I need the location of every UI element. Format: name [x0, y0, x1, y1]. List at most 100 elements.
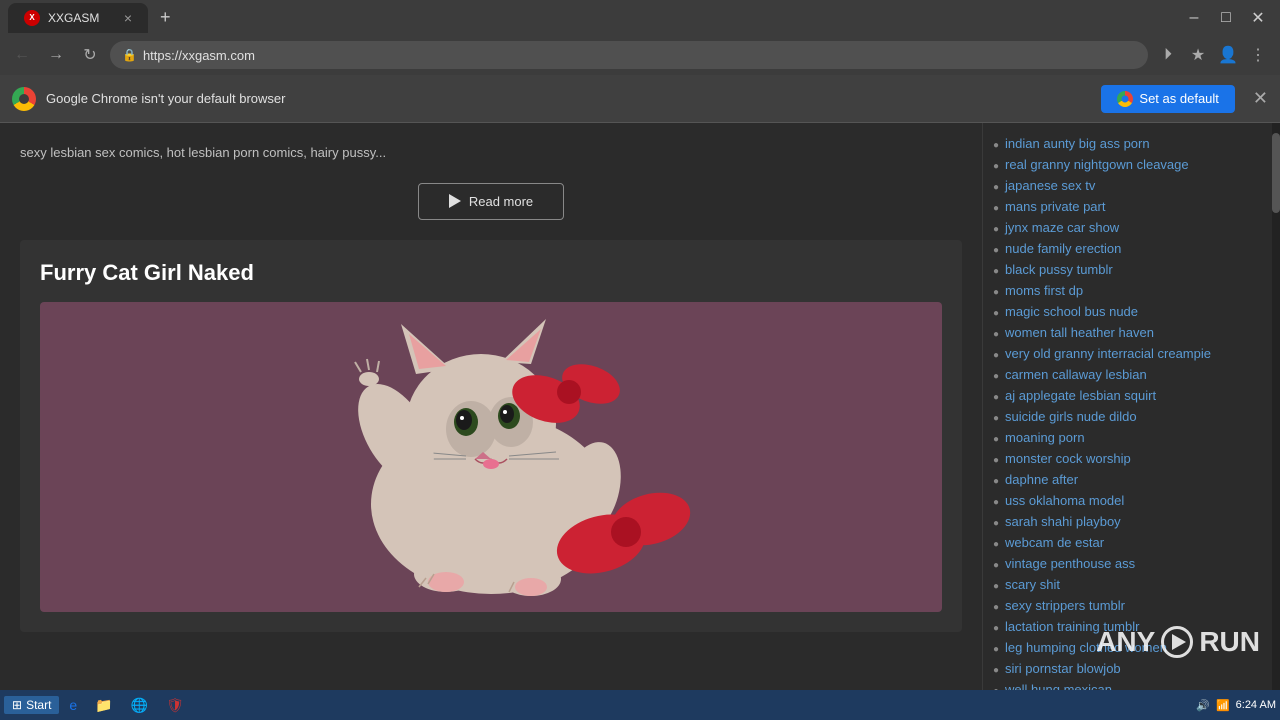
article-title: Furry Cat Girl Naked: [40, 260, 942, 286]
close-button[interactable]: ✕: [1244, 7, 1272, 29]
forward-button[interactable]: →: [42, 41, 70, 69]
list-item: ●real granny nightgown cleavage: [993, 154, 1262, 175]
cast-icon[interactable]: ⏵: [1154, 41, 1182, 69]
sidebar-scrollbar-thumb: [1272, 133, 1280, 213]
list-item: ●moaning porn: [993, 427, 1262, 448]
address-bar[interactable]: 🔒 https://xxgasm.com: [110, 41, 1148, 69]
notification-close-button[interactable]: ✕: [1253, 88, 1268, 109]
anyrun-text: ANY: [1096, 626, 1155, 658]
list-item: ●very old granny interracial creampie: [993, 343, 1262, 364]
sidebar-link[interactable]: moaning porn: [1005, 430, 1085, 445]
list-item: ●women tall heather haven: [993, 322, 1262, 343]
sidebar-link[interactable]: indian aunty big ass porn: [1005, 136, 1150, 151]
content-area: sexy lesbian sex comics, hot lesbian por…: [0, 123, 1280, 698]
list-item: ●japanese sex tv: [993, 175, 1262, 196]
sidebar-link[interactable]: aj applegate lesbian squirt: [1005, 388, 1156, 403]
folder-icon: 📁: [95, 697, 112, 714]
network-icon: 📶: [1216, 699, 1230, 712]
right-sidebar-container: ●indian aunty big ass porn ●real granny …: [982, 123, 1280, 698]
list-item: ●siri pornstar blowjob: [993, 658, 1262, 679]
tab-title: XXGASM: [48, 11, 99, 25]
new-tab-button[interactable]: +: [156, 3, 175, 32]
taskbar-chrome-icon: 🌐: [131, 697, 148, 714]
taskbar-ie-icon[interactable]: e: [61, 695, 85, 716]
anyrun-play-icon: [1161, 626, 1193, 658]
sidebar-link[interactable]: siri pornstar blowjob: [1005, 661, 1121, 676]
article-card: Furry Cat Girl Naked: [20, 240, 962, 632]
reload-button[interactable]: ↻: [76, 41, 104, 69]
sidebar-link[interactable]: japanese sex tv: [1005, 178, 1095, 193]
sidebar-link[interactable]: magic school bus nude: [1005, 304, 1138, 319]
set-default-label: Set as default: [1139, 91, 1219, 106]
tab-close-button[interactable]: ×: [124, 10, 132, 26]
sidebar-list: ●indian aunty big ass porn ●real granny …: [983, 133, 1272, 698]
sidebar-link[interactable]: carmen callaway lesbian: [1005, 367, 1147, 382]
sidebar-link[interactable]: black pussy tumblr: [1005, 262, 1113, 277]
nav-icons: ⏵ ★ 👤 ⋮: [1154, 41, 1272, 69]
window-controls: ‒ □ ✕: [1180, 7, 1272, 29]
sidebar-link[interactable]: nude family erection: [1005, 241, 1121, 256]
sidebar-link[interactable]: vintage penthouse ass: [1005, 556, 1135, 571]
sidebar-link[interactable]: women tall heather haven: [1005, 325, 1154, 340]
title-bar: X XXGASM × + ‒ □ ✕: [0, 0, 1280, 35]
start-label: Start: [26, 698, 51, 712]
sidebar-link[interactable]: monster cock worship: [1005, 451, 1131, 466]
sidebar-link[interactable]: webcam de estar: [1005, 535, 1104, 550]
list-item: ●black pussy tumblr: [993, 259, 1262, 280]
sidebar-link[interactable]: scary shit: [1005, 577, 1060, 592]
list-item: ●mans private part: [993, 196, 1262, 217]
anyrun-text2: RUN: [1199, 626, 1260, 658]
sidebar-link[interactable]: very old granny interracial creampie: [1005, 346, 1211, 361]
read-more-label: Read more: [469, 194, 533, 209]
sidebar-link[interactable]: moms first dp: [1005, 283, 1083, 298]
taskbar-items: e 📁 🌐 🛡: [61, 695, 1194, 716]
notification-bar: Google Chrome isn't your default browser…: [0, 75, 1280, 123]
read-more-container: Read more: [20, 173, 962, 240]
sidebar-link[interactable]: daphne after: [1005, 472, 1078, 487]
nav-bar: ← → ↻ 🔒 https://xxgasm.com ⏵ ★ 👤 ⋮: [0, 35, 1280, 75]
maximize-button[interactable]: □: [1212, 7, 1240, 29]
minimize-button[interactable]: ‒: [1180, 7, 1208, 29]
taskbar-chrome-item[interactable]: 🌐: [123, 695, 156, 716]
list-item: ●vintage penthouse ass: [993, 553, 1262, 574]
menu-icon[interactable]: ⋮: [1244, 41, 1272, 69]
sidebar-link[interactable]: mans private part: [1005, 199, 1105, 214]
read-more-button[interactable]: Read more: [418, 183, 564, 220]
taskbar-folder-icon[interactable]: 📁: [87, 695, 120, 716]
list-item: ●indian aunty big ass porn: [993, 133, 1262, 154]
sidebar-link[interactable]: suicide girls nude dildo: [1005, 409, 1137, 424]
taskbar-clock: 6:24 AM: [1236, 699, 1276, 711]
lock-icon: 🔒: [122, 48, 137, 62]
profile-icon[interactable]: 👤: [1214, 41, 1242, 69]
list-item: ●daphne after: [993, 469, 1262, 490]
play-icon: [449, 194, 461, 208]
start-button[interactable]: ⊞ Start: [4, 696, 59, 714]
set-default-button[interactable]: Set as default: [1101, 85, 1235, 113]
sidebar-link[interactable]: sexy strippers tumblr: [1005, 598, 1125, 613]
page: sexy lesbian sex comics, hot lesbian por…: [0, 123, 1280, 698]
bookmark-icon[interactable]: ★: [1184, 41, 1212, 69]
taskbar-security-icon[interactable]: 🛡: [158, 695, 192, 716]
list-item: ●webcam de estar: [993, 532, 1262, 553]
sidebar-link[interactable]: jynx maze car show: [1005, 220, 1119, 235]
sidebar-scrollbar[interactable]: [1272, 123, 1280, 698]
main-content: sexy lesbian sex comics, hot lesbian por…: [0, 123, 982, 698]
list-item: ●uss oklahoma model: [993, 490, 1262, 511]
sidebar: ●indian aunty big ass porn ●real granny …: [982, 123, 1272, 698]
tab-favicon: X: [24, 10, 40, 26]
notification-text: Google Chrome isn't your default browser: [46, 91, 1091, 106]
back-button[interactable]: ←: [8, 41, 36, 69]
list-item: ●suicide girls nude dildo: [993, 406, 1262, 427]
list-item: ●monster cock worship: [993, 448, 1262, 469]
browser-tab[interactable]: X XXGASM ×: [8, 3, 148, 33]
anyrun-watermark: ANY RUN: [1096, 626, 1260, 658]
list-item: ●jynx maze car show: [993, 217, 1262, 238]
chrome-icon: [12, 87, 36, 111]
list-item: ●scary shit: [993, 574, 1262, 595]
article-area: sexy lesbian sex comics, hot lesbian por…: [0, 123, 982, 632]
sidebar-link[interactable]: real granny nightgown cleavage: [1005, 157, 1189, 172]
taskbar-system-icons: 🔊 📶 6:24 AM: [1196, 699, 1276, 712]
sidebar-link[interactable]: sarah shahi playboy: [1005, 514, 1121, 529]
sidebar-link[interactable]: uss oklahoma model: [1005, 493, 1124, 508]
list-item: ●carmen callaway lesbian: [993, 364, 1262, 385]
